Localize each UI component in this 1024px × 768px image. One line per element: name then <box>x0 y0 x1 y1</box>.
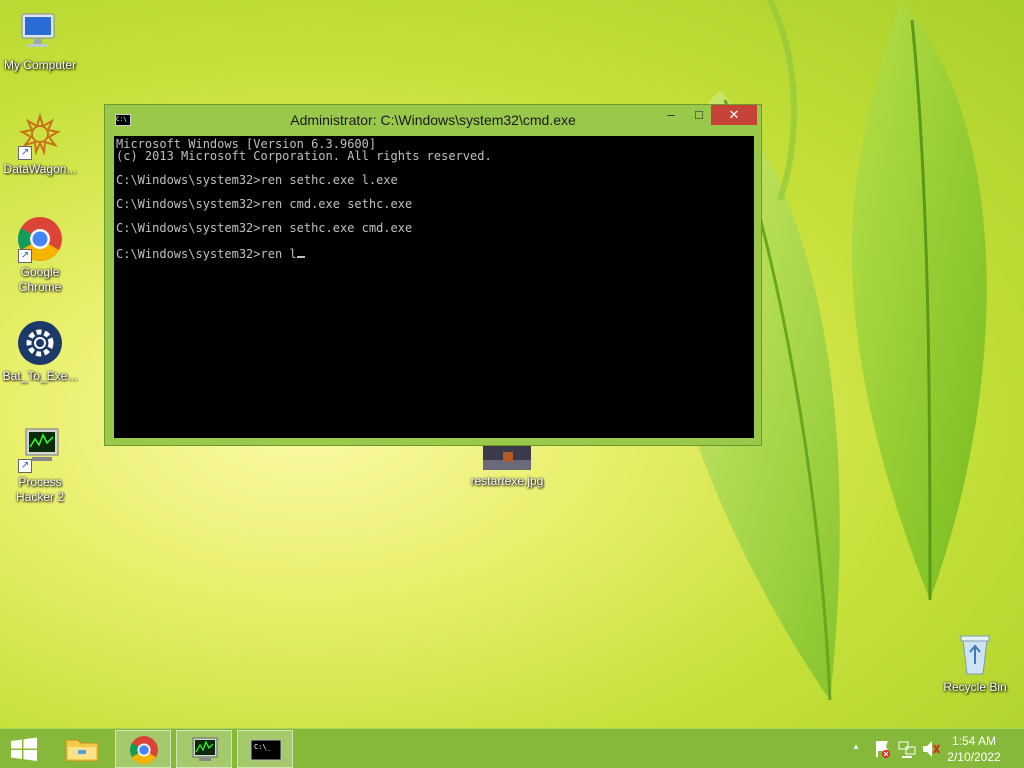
console-line: C:\Windows\system32>ren sethc.exe l.exe <box>116 173 398 187</box>
datawagon-icon: ↗ <box>16 112 64 160</box>
show-hidden-icons-button[interactable]: ▲ <box>848 729 868 768</box>
desktop-icon-my-computer[interactable]: My Computer <box>0 8 80 73</box>
shortcut-arrow-icon: ↗ <box>18 249 32 263</box>
taskbar: C:\_ ▲ 1:54 AM 2/10/2022 <box>0 728 1024 768</box>
chrome-icon: ↗ <box>16 215 64 263</box>
desktop-icon-restartexe-jpg[interactable]: restartexe.jpg <box>467 444 547 489</box>
volume-muted-icon[interactable] <box>920 729 942 768</box>
system-clock[interactable]: 1:54 AM 2/10/2022 <box>944 733 1004 765</box>
clock-date: 2/10/2022 <box>947 750 1001 764</box>
desktop-icon-label: restartexe.jpg <box>470 474 544 488</box>
clock-time: 1:54 AM <box>951 734 997 748</box>
desktop-icon-datawagon[interactable]: ↗ DataWagon... <box>0 112 80 177</box>
console-line: C:\Windows\system32>ren l <box>116 247 297 261</box>
svg-text:C:\_: C:\_ <box>254 743 272 751</box>
desktop-icon-label: Google Chrome <box>18 265 62 294</box>
desktop-icon-label: Process Hacker 2 <box>15 475 65 504</box>
chrome-icon <box>130 736 158 764</box>
gear-icon <box>16 319 64 367</box>
recycle-bin-icon <box>951 630 999 678</box>
file-explorer-icon <box>65 739 99 762</box>
desktop-icon-process-hacker[interactable]: ↗ Process Hacker 2 <box>0 425 80 505</box>
desktop-icon-recycle-bin[interactable]: Recycle Bin <box>935 630 1015 695</box>
process-hacker-icon <box>192 737 218 761</box>
shortcut-arrow-icon: ↗ <box>18 459 32 473</box>
taskbar-file-explorer[interactable] <box>54 730 110 768</box>
desktop-icon-label: DataWagon... <box>3 162 77 176</box>
console-line: C:\Windows\system32>ren sethc.exe cmd.ex… <box>116 221 413 235</box>
windows-logo-icon <box>11 737 37 761</box>
chevron-up-icon: ▲ <box>852 742 860 751</box>
text-cursor <box>296 246 305 258</box>
console-line: C:\Windows\system32>ren cmd.exe sethc.ex… <box>116 197 413 211</box>
minimize-button[interactable]: – <box>657 105 685 125</box>
desktop-icon-bat-to-exe[interactable]: Bat_To_Exe... <box>0 319 80 384</box>
title-bar[interactable]: C:\ Administrator: C:\Windows\system32\c… <box>105 105 761 135</box>
console-output[interactable]: Microsoft Windows [Version 6.3.9600] (c) … <box>114 136 754 438</box>
maximize-button[interactable]: □ <box>685 105 713 125</box>
process-hacker-icon: ↗ <box>16 425 64 473</box>
desktop-icon-label: Recycle Bin <box>943 680 1007 694</box>
desktop-icon-label: Bat_To_Exe... <box>2 369 78 383</box>
console-input-line[interactable]: C:\Windows\system32>ren l <box>116 246 752 260</box>
start-button[interactable] <box>0 730 50 768</box>
network-icon[interactable] <box>896 729 918 768</box>
console-line: (c) 2013 Microsoft Corporation. All righ… <box>116 149 492 163</box>
desktop-icon-label: My Computer <box>3 58 77 72</box>
cmd-window[interactable]: C:\ Administrator: C:\Windows\system32\c… <box>104 104 762 446</box>
taskbar-chrome[interactable] <box>115 730 171 768</box>
desktop-icon-chrome[interactable]: ↗ Google Chrome <box>0 215 80 295</box>
cmd-icon: C:\_ <box>250 739 282 761</box>
action-center-flag-icon[interactable] <box>872 729 892 768</box>
taskbar-cmd[interactable]: C:\_ <box>237 730 293 768</box>
taskbar-process-hacker[interactable] <box>176 730 232 768</box>
shortcut-arrow-icon: ↗ <box>18 146 32 160</box>
close-button[interactable]: ✕ <box>711 105 757 125</box>
image-file-icon <box>483 444 531 472</box>
computer-icon <box>16 8 64 56</box>
